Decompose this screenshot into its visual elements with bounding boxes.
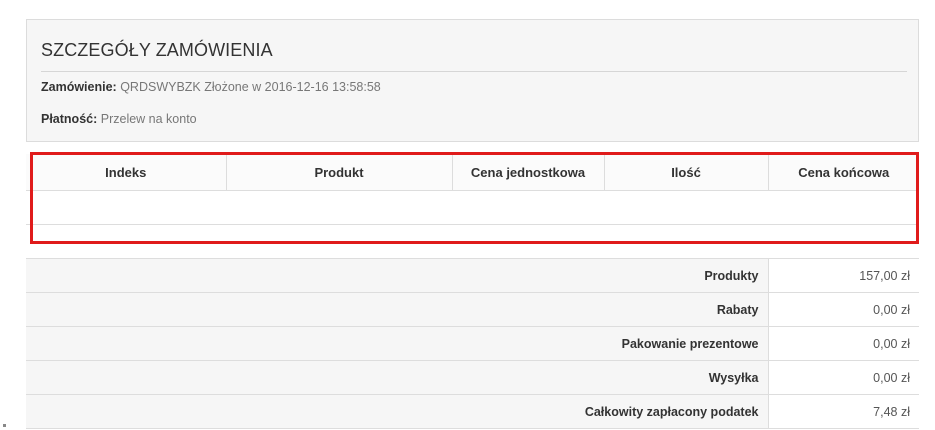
totals-value: 157,00 zł xyxy=(767,258,919,293)
products-header-row: Indeks Produkt Cena jednostkowa Ilość Ce… xyxy=(26,154,919,191)
table-row xyxy=(26,224,919,259)
totals-label: Całkowity zapłacony podatek xyxy=(26,394,768,429)
totals-row-products: Produkty 157,00 zł xyxy=(26,258,919,293)
totals-row-gift-wrapping: Pakowanie prezentowe 0,00 zł xyxy=(26,326,919,361)
products-table: Indeks Produkt Cena jednostkowa Ilość Ce… xyxy=(26,154,919,259)
totals-row-tax: Całkowity zapłacony podatek 7,48 zł xyxy=(26,394,919,429)
totals-value: 0,00 zł xyxy=(767,360,919,395)
column-header-total-price[interactable]: Cena końcowa xyxy=(767,154,919,191)
order-value: QRDSWYBZK Złożone w 2016-12-16 13:58:58 xyxy=(120,80,381,94)
payment-label: Płatność: xyxy=(41,112,98,126)
empty-product-cell xyxy=(26,190,919,225)
totals-value: 0,00 zł xyxy=(767,326,919,361)
payment-value: Przelew na konto xyxy=(100,112,197,126)
totals-row-discounts: Rabaty 0,00 zł xyxy=(26,292,919,327)
totals-value: 0,00 zł xyxy=(767,292,919,327)
empty-product-cell xyxy=(26,224,919,259)
order-label: Zamówienie: xyxy=(41,80,117,94)
totals-label: Pakowanie prezentowe xyxy=(26,326,768,361)
order-details-panel: SZCZEGÓŁY ZAMÓWIENIA Zamówienie: QRDSWYB… xyxy=(26,19,919,142)
table-row xyxy=(26,190,919,225)
totals-value: 7,48 zł xyxy=(767,394,919,429)
column-header-product[interactable]: Produkt xyxy=(225,154,452,191)
column-header-unit-price[interactable]: Cena jednostkowa xyxy=(451,154,604,191)
totals-label: Wysyłka xyxy=(26,360,768,395)
corner-mark xyxy=(3,424,6,427)
totals-row-shipping: Wysyłka 0,00 zł xyxy=(26,360,919,395)
title-divider xyxy=(41,71,907,72)
totals-label: Rabaty xyxy=(26,292,768,327)
order-totals-table: Produkty 157,00 zł Rabaty 0,00 zł Pakowa… xyxy=(26,258,919,429)
column-header-quantity[interactable]: Ilość xyxy=(603,154,768,191)
totals-label: Produkty xyxy=(26,258,768,293)
order-info: Zamówienie: QRDSWYBZK Złożone w 2016-12-… xyxy=(41,80,381,94)
payment-info: Płatność: Przelew na konto xyxy=(41,112,197,126)
page-title: SZCZEGÓŁY ZAMÓWIENIA xyxy=(41,40,273,60)
column-header-index[interactable]: Indeks xyxy=(26,154,226,191)
